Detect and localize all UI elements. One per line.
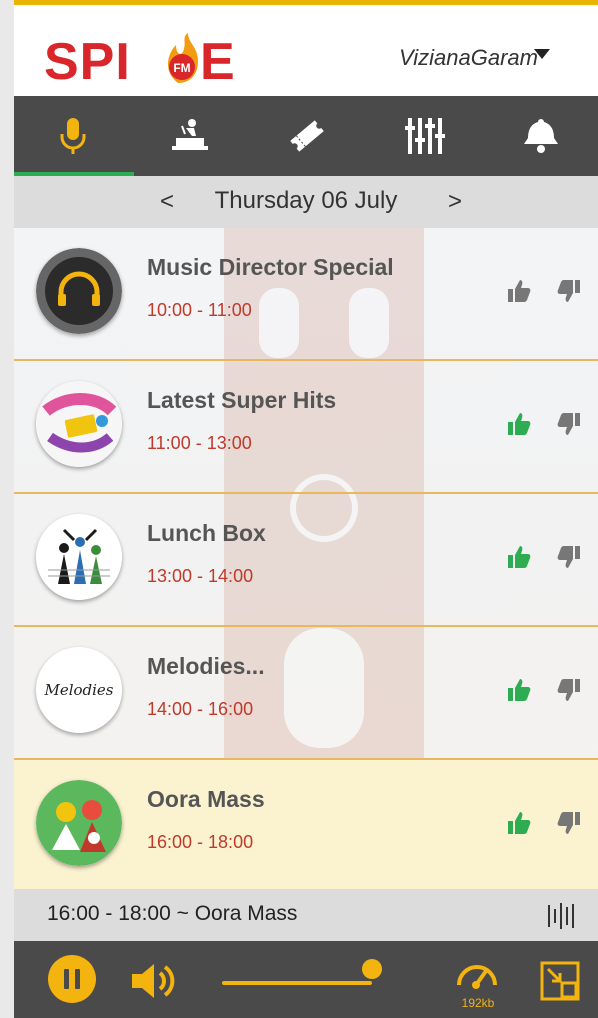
thumbs-up-icon[interactable] xyxy=(506,677,532,703)
volume-slider[interactable] xyxy=(222,981,372,985)
microphone-icon xyxy=(60,118,85,154)
show-logo-icon xyxy=(36,381,122,467)
bell-icon xyxy=(523,119,558,153)
thumbs-up-icon[interactable] xyxy=(506,278,532,304)
svg-text:FM: FM xyxy=(173,61,190,75)
thumbs-up-icon[interactable] xyxy=(506,544,532,570)
dancers-logo-icon xyxy=(36,514,122,600)
thumbs-down-icon[interactable] xyxy=(556,810,582,836)
show-title: Music Director Special xyxy=(147,254,394,280)
show-thumbnail: Melodies xyxy=(36,647,122,733)
list-item[interactable]: Latest Super Hits 11:00 - 13:00 xyxy=(14,361,598,494)
pause-icon-bar xyxy=(64,969,69,989)
next-day-button[interactable]: > xyxy=(448,188,462,216)
show-thumbnail xyxy=(36,248,122,334)
now-playing-text: 16:00 - 18:00 ~ Oora Mass xyxy=(47,902,298,925)
show-time: 14:00 - 16:00 xyxy=(147,699,254,719)
thumbs-down-icon[interactable] xyxy=(556,278,582,304)
melodies-logo-text: Melodies xyxy=(43,681,113,699)
tab-settings[interactable] xyxy=(365,96,482,176)
show-time: 11:00 - 13:00 xyxy=(147,433,252,453)
thumbs-up-icon[interactable] xyxy=(506,810,532,836)
show-title: Latest Super Hits xyxy=(147,387,337,413)
speedometer-icon[interactable] xyxy=(454,955,500,989)
ticket-icon xyxy=(289,120,324,152)
volume-slider-handle[interactable] xyxy=(362,959,382,979)
equalizer-icon xyxy=(404,118,445,154)
header: SPI FM E VizianaGaram xyxy=(14,5,598,96)
headphones-logo-icon xyxy=(36,248,122,334)
show-thumbnail xyxy=(36,780,122,866)
tab-live[interactable] xyxy=(14,96,131,176)
show-time: 13:00 - 14:00 xyxy=(147,566,254,586)
thumbs-up-icon[interactable] xyxy=(506,411,532,437)
player-controls: 192kb xyxy=(14,941,598,1018)
show-title: Melodies... xyxy=(147,653,265,679)
tab-events[interactable] xyxy=(248,96,365,176)
volume-icon[interactable] xyxy=(130,961,180,1001)
show-time: 10:00 - 11:00 xyxy=(147,300,252,320)
tab-notifications[interactable] xyxy=(482,96,598,176)
list-item[interactable]: Melodies Melodies... 14:00 - 16:00 xyxy=(14,627,598,760)
tab-bar xyxy=(14,96,598,176)
oora-mass-logo-icon xyxy=(36,780,122,866)
city-selector-label[interactable]: VizianaGaram xyxy=(399,45,538,71)
show-title: Lunch Box xyxy=(147,520,266,546)
thumbs-down-icon[interactable] xyxy=(556,411,582,437)
pause-button[interactable] xyxy=(48,955,96,1003)
date-label: Thursday 06 July xyxy=(214,187,398,214)
schedule-list[interactable]: Music Director Special 10:00 - 11:00 Lat… xyxy=(14,228,598,889)
caret-down-icon[interactable] xyxy=(534,49,550,59)
thumbs-down-icon[interactable] xyxy=(556,677,582,703)
spice-fm-logo: SPI FM E xyxy=(44,33,235,91)
show-time: 16:00 - 18:00 xyxy=(147,832,254,852)
now-playing-bar: 16:00 - 18:00 ~ Oora Mass xyxy=(14,889,598,941)
list-item[interactable]: Lunch Box 13:00 - 14:00 xyxy=(14,494,598,627)
audio-wave-icon[interactable] xyxy=(546,901,580,931)
svg-text:E: E xyxy=(200,33,235,91)
bitrate-label: 192kb xyxy=(461,996,495,1010)
list-item-active[interactable]: Oora Mass 16:00 - 18:00 xyxy=(14,760,598,889)
minimize-icon[interactable] xyxy=(540,961,580,1001)
date-navigator: < Thursday 06 July > xyxy=(14,176,598,228)
list-item[interactable]: Music Director Special 10:00 - 11:00 xyxy=(14,228,598,361)
show-thumbnail xyxy=(36,514,122,600)
show-title: Oora Mass xyxy=(147,786,265,812)
pause-icon-bar xyxy=(75,969,80,989)
svg-text:SPI: SPI xyxy=(44,33,131,91)
tab-rj[interactable] xyxy=(131,96,248,176)
melodies-logo-icon: Melodies xyxy=(36,647,122,733)
thumbs-down-icon[interactable] xyxy=(556,544,582,570)
dj-icon xyxy=(171,119,208,150)
show-thumbnail xyxy=(36,381,122,467)
app-screen: SPI FM E VizianaGaram < Thursday 06 July… xyxy=(14,0,598,1018)
